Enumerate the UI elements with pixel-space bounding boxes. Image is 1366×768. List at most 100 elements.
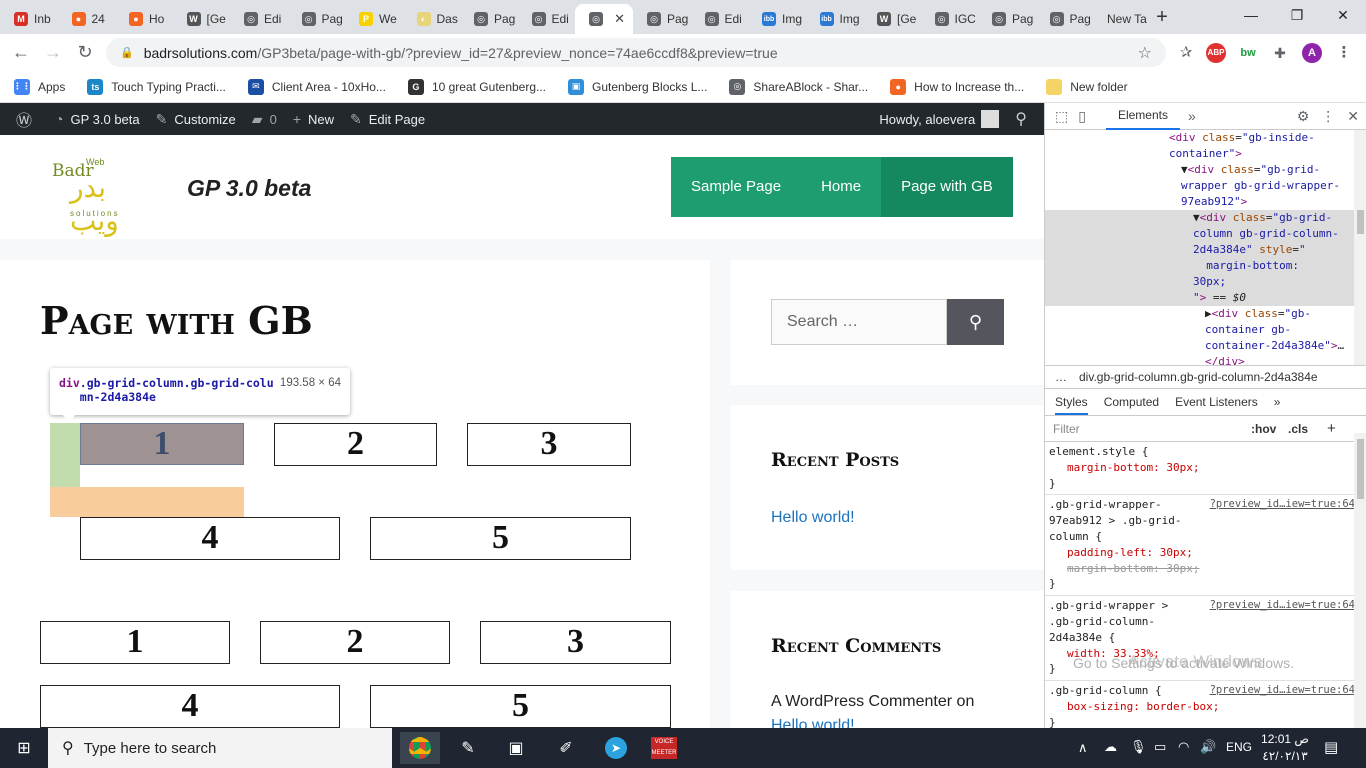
close-window-button[interactable]: ✕ [1320,0,1366,30]
wifi-icon[interactable]: ◠ [1178,739,1189,755]
wp-howdy-link[interactable]: Howdy, aloevera [879,110,1000,128]
browser-tab[interactable]: W [Ge [863,4,918,34]
profile-avatar[interactable]: A [1302,43,1322,63]
styles-scrollbar[interactable] [1354,433,1366,728]
bookmark-item[interactable]: ▣ Gutenberg Blocks L... [568,78,707,95]
dom-node-line[interactable]: wrapper gb-grid-wrapper- [1045,178,1366,194]
dom-node-line[interactable]: column gb-grid-column- [1045,226,1366,242]
dom-node-line[interactable]: container gb- [1045,322,1366,338]
hov-toggle[interactable]: :hov [1251,416,1276,442]
close-icon[interactable]: ✕ [1347,108,1359,125]
tray-chevron-icon[interactable]: ∧ [1078,740,1088,756]
wp-customize-link[interactable]: ✎ Customize [156,111,236,128]
dom-node-line[interactable]: <div class="gb-inside- [1045,130,1366,146]
grid-cell-selected[interactable]: 1 [80,423,244,465]
site-logo[interactable]: Badr Web بدر ويب solutions [48,157,143,237]
forward-arrow-icon[interactable]: → [38,34,68,71]
css-source-link[interactable]: ?preview_id…iew=true:64 [1210,683,1355,699]
dom-node-line[interactable]: 2d4a384e" style=" [1045,242,1366,258]
browser-tab[interactable]: ◎ IGC [921,4,976,34]
wp-new-link[interactable]: + New [293,111,334,127]
browser-tab[interactable]: ibb Img [748,4,803,34]
minimize-button[interactable]: — [1228,0,1274,30]
menu-icon[interactable]: ⋮ [1334,43,1354,63]
wp-comments-link[interactable]: ▰ 0 [252,111,277,128]
tab-computed[interactable]: Computed [1104,395,1159,409]
css-property[interactable]: margin-bottom: 30px; [1049,561,1351,577]
bookmark-star-icon[interactable]: ☆ [1138,43,1152,63]
dom-node-line[interactable]: "> == $0 [1045,290,1366,306]
dom-node-line[interactable]: container-2d4a384e">… [1045,338,1366,354]
inspect-cursor-icon[interactable]: ⬚ [1055,108,1068,125]
css-property[interactable]: box-sizing: border-box; [1049,699,1351,715]
browser-tab[interactable]: W [Ge [173,4,228,34]
reload-icon[interactable]: ↻ [70,34,100,71]
bw-extension-icon[interactable]: bw [1238,43,1258,63]
browser-tab[interactable]: ibb Img [806,4,861,34]
volume-icon[interactable]: 🔊 [1200,739,1216,755]
dom-scrollbar[interactable] [1354,130,1366,365]
css-rule[interactable]: element.style {margin-bottom: 30px;} [1045,442,1355,496]
add-rule-icon[interactable]: + [1327,416,1336,442]
new-tab-button[interactable]: + [1150,6,1174,30]
extension-icon[interactable]: ✰ [1176,43,1196,63]
dom-node-line[interactable]: container"> [1045,146,1366,162]
windows-start-icon[interactable]: ⊞ [4,732,44,764]
tab-elements[interactable]: Elements [1105,102,1180,130]
css-rule[interactable]: .gb-grid-wrapper-97eab912 > .gb-grid-col… [1045,495,1355,597]
clock[interactable]: 12:01 ص ٤٢/٠٢/١٣ [1260,731,1310,765]
close-tab-icon[interactable]: ✕ [614,11,625,27]
dom-node-line[interactable]: 97eab912"> [1045,194,1366,210]
device-toggle-icon[interactable]: ▯ [1078,108,1086,125]
notes-app-icon[interactable]: ✎ [448,732,488,764]
maximize-button[interactable]: ❐ [1274,0,1320,30]
telegram-icon[interactable]: ➤ [596,732,636,764]
browser-tab[interactable]: ◎ Edi [518,4,573,34]
css-property[interactable]: padding-left: 30px; [1049,545,1351,561]
nav-item-home[interactable]: Home [801,157,881,217]
dom-breadcrumb[interactable]: … div.gb-grid-column.gb-grid-column-2d4a3… [1045,365,1366,389]
paint-app-icon[interactable]: ✐ [546,732,586,764]
browser-tab[interactable]: ◎ Edi [691,4,746,34]
screen-app-icon[interactable]: ▣ [496,732,536,764]
recent-post-link[interactable]: Hello world! [771,509,855,527]
browser-tab[interactable]: ◎ ✕ [575,4,633,34]
browser-tab[interactable]: M Inb [0,4,55,34]
kebab-menu-icon[interactable]: ⋮ [1321,108,1335,125]
adblock-icon[interactable]: ABP [1206,43,1226,63]
browser-tab[interactable]: ◎ Pag [978,4,1033,34]
voicemeeter-icon[interactable]: VOICE MEETER [644,732,684,764]
browser-tab[interactable]: ◎ Pag [1036,4,1091,34]
browser-tab[interactable]: ◎ Pag [633,4,688,34]
browser-tab[interactable]: ● 24 [58,4,113,34]
more-tabs-icon[interactable]: » [1188,108,1196,124]
browser-tab[interactable]: ● Ho [115,4,170,34]
bookmark-item[interactable]: ⋮⋮ Apps [13,78,65,95]
microphone-icon[interactable]: 🎙 [1130,739,1147,755]
dom-node-line[interactable]: ▼<div class="gb-grid- [1045,210,1366,226]
dom-node-line[interactable]: ▶<div class="gb- [1045,306,1366,322]
browser-tab[interactable]: P We [345,4,400,34]
bookmark-item[interactable]: New folder [1046,78,1128,95]
dom-tree[interactable]: <div class="gb-inside-container"> ▼<div c… [1045,130,1366,365]
onedrive-icon[interactable]: ☁ [1104,739,1117,755]
bookmark-item[interactable]: ✉ Client Area - 10xHo... [247,78,386,95]
bookmark-item[interactable]: ◎ ShareABlock - Shar... [729,78,868,95]
bookmark-item[interactable]: G 10 great Gutenberg... [407,78,546,95]
back-arrow-icon[interactable]: ← [6,34,36,71]
chrome-icon[interactable] [400,732,440,764]
search-input[interactable]: Search … [771,299,947,345]
dom-node-line[interactable]: ▼<div class="gb-grid- [1045,162,1366,178]
tab-styles[interactable]: Styles [1055,395,1088,415]
language-indicator[interactable]: ENG [1226,740,1252,754]
puzzle-icon[interactable]: ✚ [1270,43,1290,63]
search-button[interactable]: ⚲ [947,299,1004,345]
nav-item-sample-page[interactable]: Sample Page [671,157,801,217]
search-icon[interactable]: ⚲ [1015,109,1034,129]
address-bar[interactable]: 🔒 badrsolutions.com/GP3beta/page-with-gb… [106,38,1166,67]
battery-icon[interactable]: ▭ [1154,739,1166,755]
browser-tab[interactable]: ◎ Pag [288,4,343,34]
dom-node-line[interactable]: </div> [1045,354,1366,365]
more-tabs-icon[interactable]: » [1274,395,1281,409]
css-source-link[interactable]: ?preview_id…iew=true:64 [1210,497,1355,513]
